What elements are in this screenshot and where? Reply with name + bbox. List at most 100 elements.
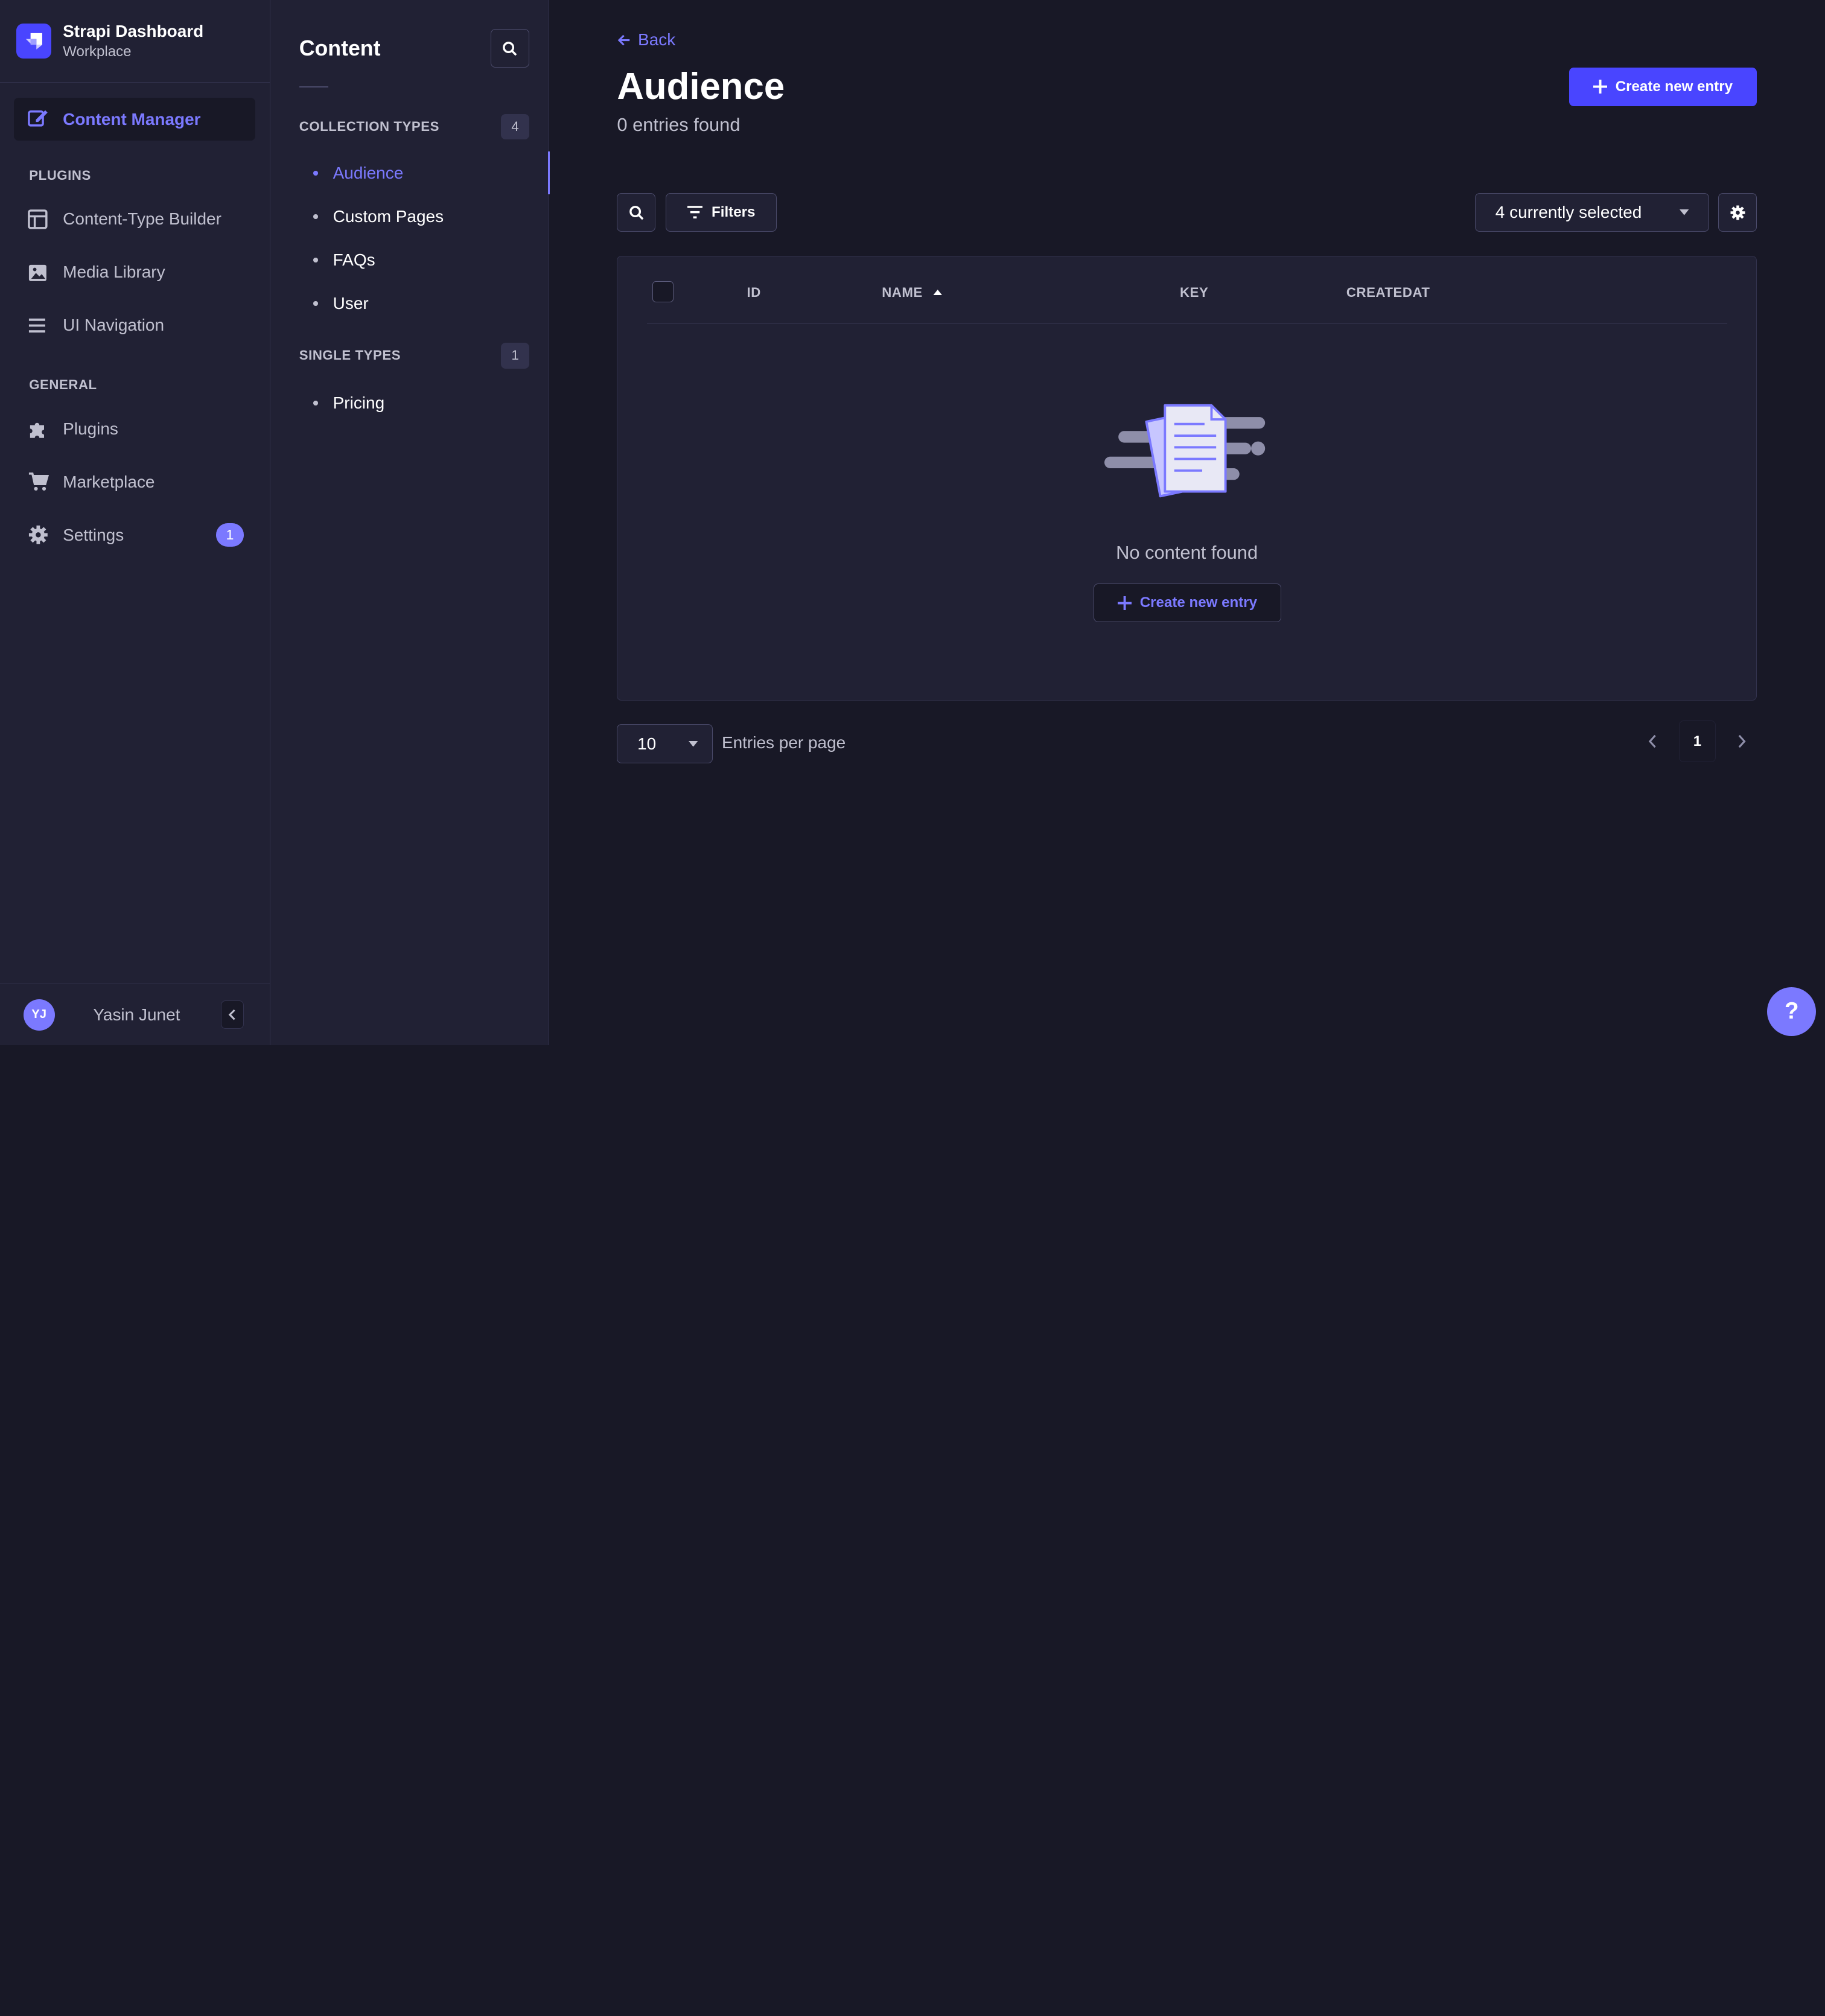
bullet: [313, 401, 318, 405]
content-sub-navigation: Content COLLECTION TYPES 4 Audience Cust…: [270, 0, 551, 1046]
sub-nav-item-faqs[interactable]: FAQs: [270, 238, 549, 282]
select-all-checkbox[interactable]: [652, 281, 674, 302]
section-label: COLLECTION TYPES: [299, 119, 439, 135]
puzzle-icon: [28, 418, 49, 439]
nav-item-label: Content-Type Builder: [63, 209, 221, 229]
nav-item-plugins[interactable]: Plugins: [0, 402, 270, 456]
entries-table: ID NAME KEY CREATEDAT No content found C…: [617, 256, 1757, 701]
bullet: [313, 214, 318, 219]
nav-item-label: Content Manager: [63, 109, 201, 129]
bullet: [313, 301, 318, 307]
layout-icon: [28, 209, 49, 229]
columns-select[interactable]: 4 currently selected: [1475, 193, 1709, 232]
button-label: Create new entry: [1139, 594, 1258, 611]
gear-icon: [1730, 205, 1745, 220]
main-navigation: Strapi Dashboard Workplace Content Manag…: [0, 0, 270, 1046]
caret-down-icon: [688, 740, 698, 747]
main-content: Back Audience 0 entries found Create new…: [549, 0, 1825, 1045]
nav-item-ui-navigation[interactable]: UI Navigation: [0, 299, 270, 352]
nav-item-content-manager[interactable]: Content Manager: [14, 98, 256, 141]
bullet: [313, 258, 318, 262]
sub-nav-item-label: Pricing: [333, 393, 385, 412]
settings-badge: 1: [215, 523, 244, 547]
user-name[interactable]: Yasin Junet: [93, 1005, 180, 1025]
back-link[interactable]: Back: [617, 30, 675, 49]
nav-item-label: Media Library: [63, 262, 165, 282]
list-icon: [28, 317, 49, 334]
sub-nav-header: Content: [270, 0, 549, 68]
brand-subtitle: Workplace: [63, 43, 132, 60]
sub-nav-title: Content: [299, 36, 381, 60]
column-header-label: CREATEDAT: [1346, 284, 1430, 300]
nav-item-label: Settings: [63, 525, 124, 544]
sub-nav-item-label: FAQs: [333, 250, 375, 270]
brand: Strapi Dashboard Workplace: [0, 0, 270, 83]
column-header-id[interactable]: ID: [747, 285, 760, 300]
filters-button[interactable]: Filters: [666, 193, 777, 232]
nav-item-marketplace[interactable]: Marketplace: [0, 456, 270, 509]
avatar[interactable]: YJ: [23, 999, 55, 1031]
columns-select-value: 4 currently selected: [1495, 203, 1642, 222]
app: Strapi Dashboard Workplace Content Manag…: [0, 0, 1825, 1046]
table-search-button[interactable]: [617, 193, 655, 232]
nav-item-media-library[interactable]: Media Library: [0, 246, 270, 299]
help-button[interactable]: ?: [1767, 987, 1817, 1036]
sub-nav-item-custom-pages[interactable]: Custom Pages: [270, 195, 549, 238]
gear-icon: [28, 524, 49, 545]
create-new-entry-button[interactable]: Create new entry: [1569, 67, 1757, 106]
previous-page-button[interactable]: [1637, 720, 1669, 762]
sub-nav-item-label: Custom Pages: [333, 206, 444, 226]
page-size-label: Entries per page: [721, 733, 846, 752]
nav-item-label: UI Navigation: [63, 316, 165, 335]
table-header: ID NAME KEY CREATEDAT: [646, 256, 1727, 325]
cart-icon: [28, 471, 49, 492]
column-header-name[interactable]: NAME: [882, 284, 943, 300]
page-title: Audience: [617, 66, 785, 108]
next-page-button[interactable]: [1725, 720, 1758, 762]
nav-section-general: GENERAL: [29, 377, 97, 393]
search-icon: [503, 41, 517, 56]
view-settings-button[interactable]: [1718, 193, 1757, 232]
sub-nav-item-audience[interactable]: Audience: [270, 151, 551, 195]
nav-section-plugins: PLUGINS: [29, 167, 91, 183]
plus-icon: [1593, 80, 1608, 94]
collection-types-header[interactable]: COLLECTION TYPES 4: [270, 114, 549, 140]
page-size-value: 10: [637, 734, 657, 753]
page-size-select[interactable]: 10: [617, 723, 713, 764]
sub-nav-item-pricing[interactable]: Pricing: [270, 381, 549, 425]
content-manager-icon: [28, 107, 49, 132]
user-bar: YJ Yasin Junet: [0, 984, 270, 1045]
column-header-createdat[interactable]: CREATEDAT: [1346, 285, 1430, 300]
nav-item-content-type-builder[interactable]: Content-Type Builder: [0, 192, 270, 246]
column-header-label: ID: [747, 284, 761, 300]
chevron-right-icon: [1738, 735, 1746, 748]
page-number-button[interactable]: 1: [1678, 720, 1716, 763]
column-header-key[interactable]: KEY: [1180, 285, 1208, 300]
nav-item-settings[interactable]: Settings 1: [0, 509, 270, 562]
search-icon: [629, 205, 644, 220]
chevron-left-icon: [228, 1009, 235, 1020]
collapse-nav-button[interactable]: [220, 1000, 244, 1029]
filters-label: Filters: [712, 204, 756, 221]
collection-types-count: 4: [501, 114, 529, 140]
single-types-header[interactable]: SINGLE TYPES 1: [270, 343, 549, 369]
caret-down-icon: [1679, 209, 1689, 215]
column-header-label: NAME: [882, 284, 923, 300]
button-label: Create new entry: [1615, 78, 1733, 95]
plus-icon: [1118, 596, 1132, 610]
empty-state-text: No content found: [1116, 541, 1258, 563]
sub-nav-item-label: Audience: [333, 163, 404, 182]
pagination: 1: [1637, 720, 1758, 763]
section-label: SINGLE TYPES: [299, 348, 401, 363]
column-header-label: KEY: [1180, 284, 1209, 300]
empty-documents-illustration-icon: [1104, 403, 1267, 513]
sub-nav-item-label: User: [333, 294, 369, 313]
empty-create-entry-button[interactable]: Create new entry: [1094, 583, 1281, 623]
entries-count: 0 entries found: [617, 114, 741, 136]
nav-item-label: Plugins: [63, 419, 118, 438]
sub-nav-item-user[interactable]: User: [270, 282, 549, 325]
filter-icon: [687, 206, 702, 219]
brand-title: Strapi Dashboard: [63, 22, 204, 41]
sub-nav-search-button[interactable]: [491, 29, 529, 68]
back-label: Back: [638, 30, 676, 49]
